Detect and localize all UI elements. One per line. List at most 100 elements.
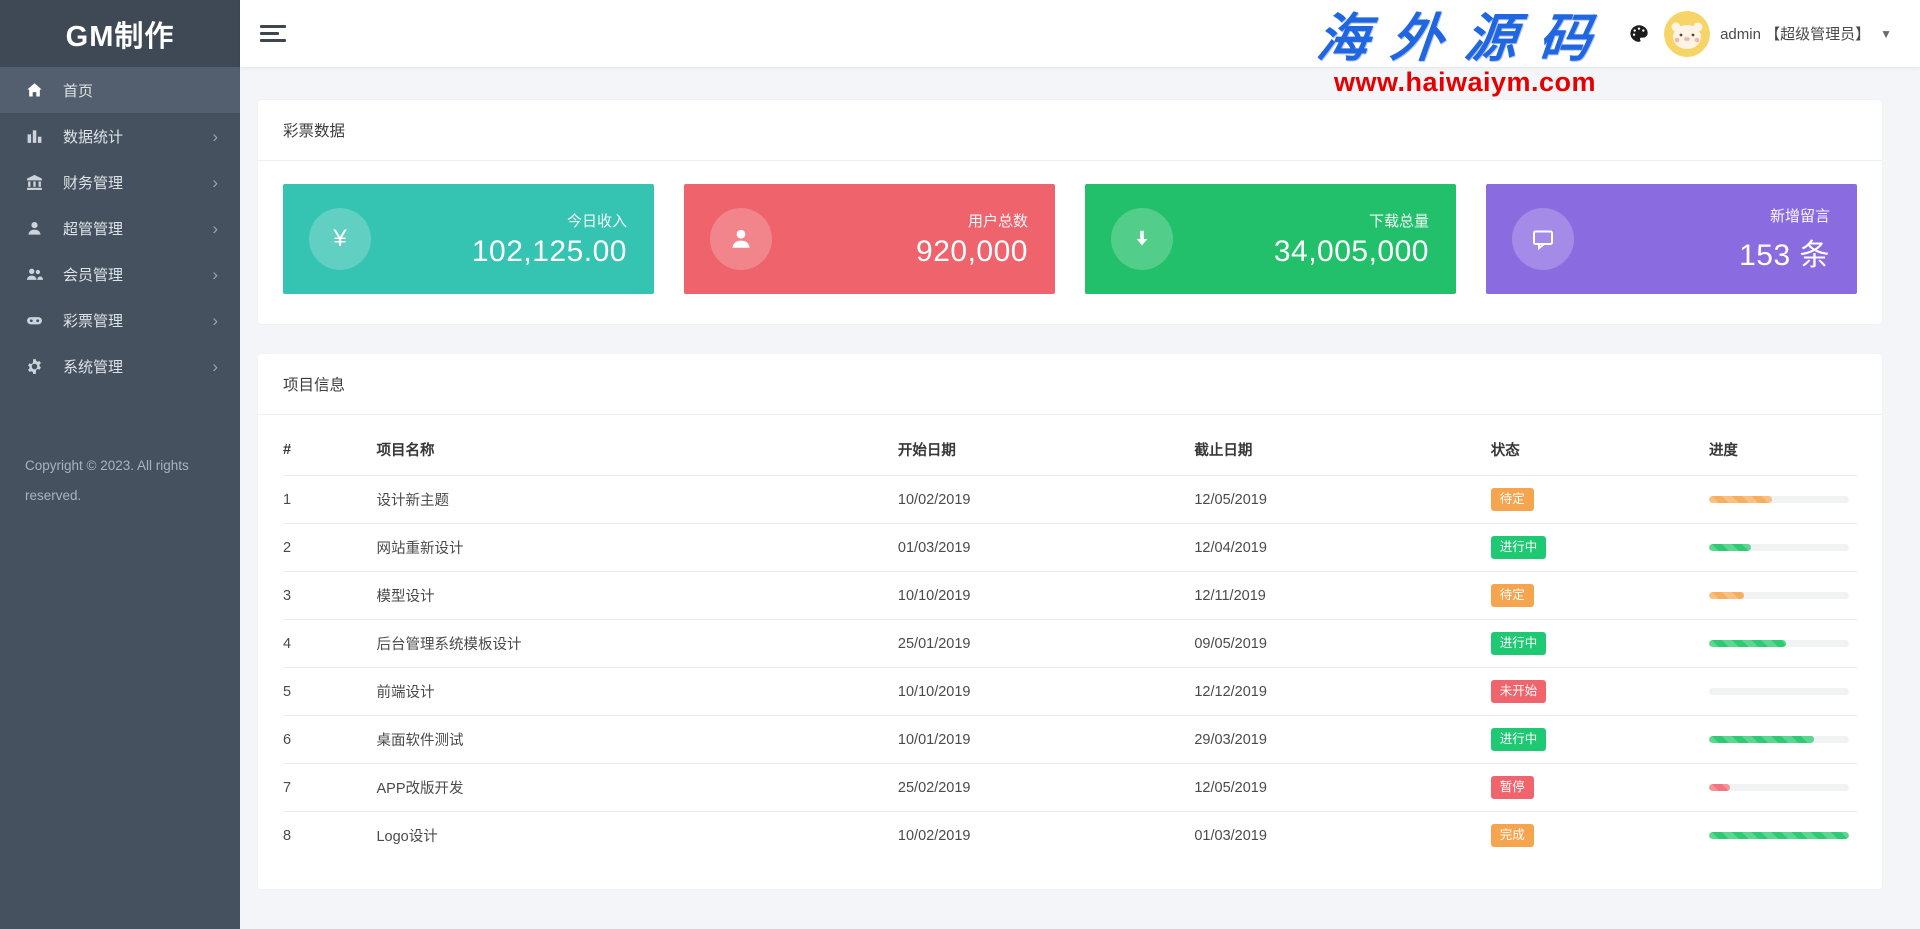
stat-value: 34,005,000 bbox=[1274, 235, 1429, 269]
top-bar: admin 【超级管理员】 ▼ bbox=[240, 0, 1920, 67]
table-row: 8Logo设计10/02/201901/03/2019完成 bbox=[283, 812, 1857, 860]
progress-fill bbox=[1709, 832, 1849, 839]
status-badge: 待定 bbox=[1491, 584, 1534, 607]
cell-num: 7 bbox=[283, 764, 376, 812]
progress-bar bbox=[1709, 688, 1849, 695]
user-icon bbox=[25, 219, 43, 237]
avatar[interactable] bbox=[1664, 11, 1710, 57]
sidebar-item-members[interactable]: 会员管理 › bbox=[0, 251, 240, 297]
stat-value: 153 条 bbox=[1739, 230, 1830, 274]
cell-num: 5 bbox=[283, 668, 376, 716]
cell-status: 未开始 bbox=[1491, 668, 1709, 716]
home-icon bbox=[25, 81, 43, 99]
cell-progress bbox=[1709, 716, 1857, 764]
sidebar: GM制作 首页 数据统计 › 财务管理 › 超管管理 bbox=[0, 0, 240, 929]
cell-start-date: 25/02/2019 bbox=[898, 764, 1194, 812]
chevron-right-icon: › bbox=[212, 266, 218, 283]
cell-end-date: 12/05/2019 bbox=[1194, 764, 1490, 812]
progress-bar bbox=[1709, 496, 1849, 503]
cell-start-date: 25/01/2019 bbox=[898, 620, 1194, 668]
sidebar-item-label: 会员管理 bbox=[63, 264, 212, 285]
cell-progress bbox=[1709, 572, 1857, 620]
project-info-panel: 项目信息 # 项目名称 开始日期 截止日期 状态 进度 bbox=[258, 354, 1882, 889]
chevron-right-icon: › bbox=[212, 312, 218, 329]
cell-status: 待定 bbox=[1491, 476, 1709, 524]
sidebar-item-label: 系统管理 bbox=[63, 356, 212, 377]
cell-end-date: 01/03/2019 bbox=[1194, 812, 1490, 860]
sidebar-item-label: 彩票管理 bbox=[63, 310, 212, 331]
cell-name: 桌面软件测试 bbox=[376, 716, 897, 764]
username-label: admin 【超级管理员】 bbox=[1720, 23, 1870, 44]
avatar-image bbox=[1664, 11, 1710, 57]
stat-label: 新增留言 bbox=[1739, 205, 1830, 226]
status-badge: 进行中 bbox=[1491, 632, 1547, 655]
sidebar-item-data-stats[interactable]: 数据统计 › bbox=[0, 113, 240, 159]
stat-card-messages: 新增留言 153 条 bbox=[1486, 184, 1857, 294]
cell-status: 完成 bbox=[1491, 812, 1709, 860]
col-header-status: 状态 bbox=[1491, 423, 1709, 476]
progress-bar bbox=[1709, 832, 1849, 839]
gear-icon bbox=[25, 357, 43, 375]
project-table-wrap: # 项目名称 开始日期 截止日期 状态 进度 1设计新主题10/02/20191… bbox=[258, 415, 1882, 889]
user-menu[interactable]: admin 【超级管理员】 ▼ bbox=[1664, 11, 1892, 57]
stat-label: 下载总量 bbox=[1274, 210, 1429, 231]
table-header-row: # 项目名称 开始日期 截止日期 状态 进度 bbox=[283, 423, 1857, 476]
sidebar-item-label: 首页 bbox=[63, 80, 218, 101]
cell-name: 网站重新设计 bbox=[376, 524, 897, 572]
progress-fill bbox=[1709, 544, 1751, 551]
cell-name: 前端设计 bbox=[376, 668, 897, 716]
sidebar-item-finance[interactable]: 财务管理 › bbox=[0, 159, 240, 205]
cell-progress bbox=[1709, 764, 1857, 812]
cell-num: 3 bbox=[283, 572, 376, 620]
cell-status: 进行中 bbox=[1491, 524, 1709, 572]
status-badge: 进行中 bbox=[1491, 536, 1547, 559]
cell-progress bbox=[1709, 668, 1857, 716]
progress-fill bbox=[1709, 592, 1744, 599]
stat-value: 102,125.00 bbox=[472, 235, 627, 269]
sidebar-item-lottery[interactable]: 彩票管理 › bbox=[0, 297, 240, 343]
progress-fill bbox=[1709, 496, 1772, 503]
col-header-num: # bbox=[283, 423, 376, 476]
progress-fill bbox=[1709, 640, 1786, 647]
progress-bar bbox=[1709, 784, 1849, 791]
cell-end-date: 12/11/2019 bbox=[1194, 572, 1490, 620]
yen-icon: ¥ bbox=[309, 208, 371, 270]
theme-palette-button[interactable] bbox=[1628, 23, 1650, 45]
lottery-data-panel: 彩票数据 ¥ 今日收入 102,125.00 用户总数 920,000 bbox=[258, 100, 1882, 324]
sidebar-item-label: 数据统计 bbox=[63, 126, 212, 147]
col-header-name: 项目名称 bbox=[376, 423, 897, 476]
cell-start-date: 10/10/2019 bbox=[898, 668, 1194, 716]
cell-progress bbox=[1709, 524, 1857, 572]
col-header-progress: 进度 bbox=[1709, 423, 1857, 476]
sidebar-item-system[interactable]: 系统管理 › bbox=[0, 343, 240, 389]
status-badge: 完成 bbox=[1491, 824, 1534, 847]
table-row: 7APP改版开发25/02/201912/05/2019暂停 bbox=[283, 764, 1857, 812]
menu-icon bbox=[260, 39, 286, 42]
cell-num: 2 bbox=[283, 524, 376, 572]
menu-toggle-button[interactable] bbox=[260, 17, 286, 51]
progress-fill bbox=[1709, 736, 1814, 743]
sidebar-item-home[interactable]: 首页 bbox=[0, 67, 240, 113]
user-icon bbox=[710, 208, 772, 270]
chevron-right-icon: › bbox=[212, 128, 218, 145]
progress-fill bbox=[1709, 784, 1730, 791]
cell-start-date: 10/02/2019 bbox=[898, 476, 1194, 524]
topbar-right: admin 【超级管理员】 ▼ bbox=[1628, 11, 1892, 57]
stat-card-users: 用户总数 920,000 bbox=[684, 184, 1055, 294]
bank-icon bbox=[25, 173, 43, 191]
sidebar-item-superadmin[interactable]: 超管管理 › bbox=[0, 205, 240, 251]
table-row: 2网站重新设计01/03/201912/04/2019进行中 bbox=[283, 524, 1857, 572]
progress-bar bbox=[1709, 640, 1849, 647]
copyright-text: Copyright © 2023. All rights reserved. bbox=[0, 451, 240, 510]
sidebar-item-label: 财务管理 bbox=[63, 172, 212, 193]
cell-start-date: 10/10/2019 bbox=[898, 572, 1194, 620]
progress-bar bbox=[1709, 592, 1849, 599]
chevron-right-icon: › bbox=[212, 220, 218, 237]
cell-end-date: 12/12/2019 bbox=[1194, 668, 1490, 716]
cell-status: 待定 bbox=[1491, 572, 1709, 620]
chevron-right-icon: › bbox=[212, 358, 218, 375]
cell-status: 进行中 bbox=[1491, 620, 1709, 668]
cell-name: APP改版开发 bbox=[376, 764, 897, 812]
cell-end-date: 09/05/2019 bbox=[1194, 620, 1490, 668]
cell-name: 模型设计 bbox=[376, 572, 897, 620]
